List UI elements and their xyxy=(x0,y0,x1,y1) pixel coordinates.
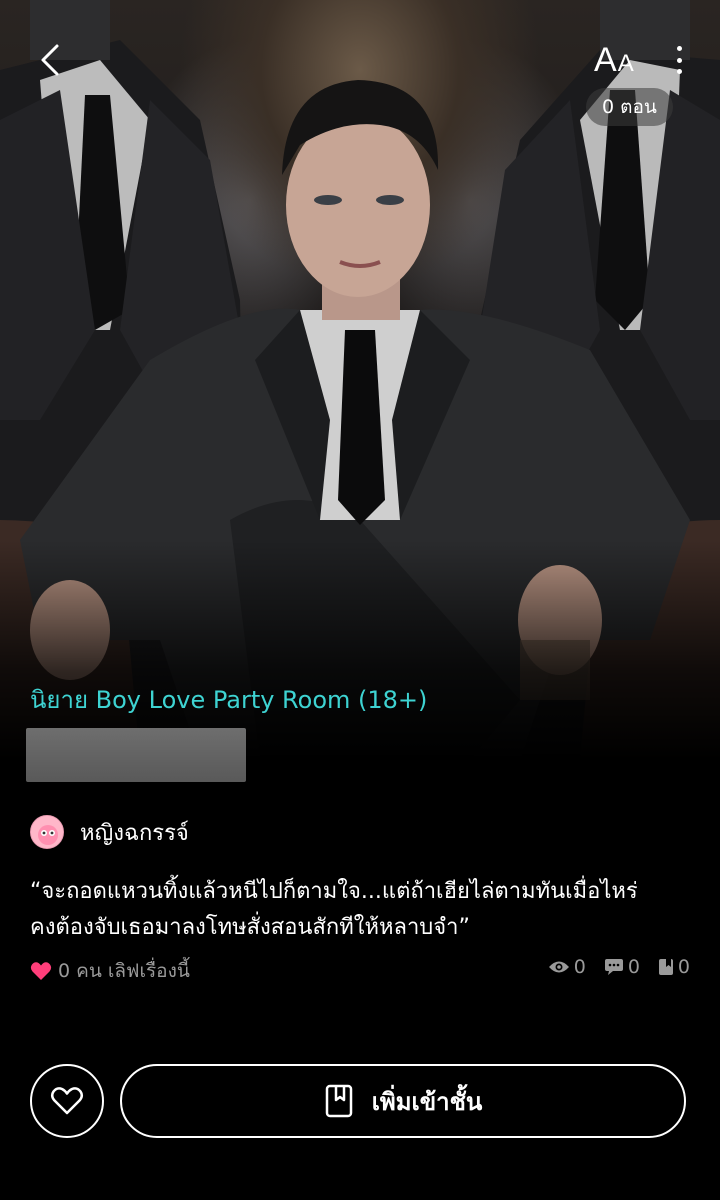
avatar-illustration xyxy=(31,816,63,848)
comment-count: 0 xyxy=(604,956,640,978)
font-size-icon-large: A xyxy=(594,41,617,79)
author-avatar xyxy=(30,815,64,849)
synopsis-line: คงต้องจับเธอมาลงโทษสั่งสอนสักทีให้หลาบจำ… xyxy=(30,915,470,940)
author-name: หญิงฉกรรจ์ xyxy=(80,820,189,846)
book-add-icon xyxy=(325,1084,352,1118)
heart-outline-icon xyxy=(50,1087,84,1115)
view-count-value: 0 xyxy=(573,956,586,978)
comment-icon xyxy=(604,959,623,975)
add-to-shelf-label: เพิ่มเข้าชั้น xyxy=(371,1087,483,1116)
episode-count-badge: 0 ตอน xyxy=(586,88,673,126)
favorite-button[interactable] xyxy=(30,1064,104,1138)
engagement-counts: 0 0 0 xyxy=(530,956,690,978)
bottom-action-bar: เพิ่มเข้าชั้น xyxy=(0,1064,720,1140)
bookmark-count: 0 xyxy=(658,956,690,978)
comment-count-value: 0 xyxy=(627,956,640,978)
more-vertical-icon xyxy=(676,46,682,51)
synopsis-line: “จะถอดแหวนทิ้งแล้วหนีไปก็ตามใจ...แต่ถ้าเ… xyxy=(30,879,638,904)
bookmark-count-value: 0 xyxy=(677,956,690,978)
synopsis: “จะถอดแหวนทิ้งแล้วหนีไปก็ตามใจ...แต่ถ้าเ… xyxy=(30,874,700,946)
more-options-button[interactable] xyxy=(664,42,694,78)
eye-icon xyxy=(548,961,569,973)
font-size-icon-small: A xyxy=(617,50,634,77)
heart-filled-icon xyxy=(30,962,52,980)
top-bar: A A 0 ตอน xyxy=(0,0,720,130)
font-size-button[interactable]: A A xyxy=(594,40,644,80)
book-icon xyxy=(658,959,673,975)
love-count-text: 0 คน เลิฟเรื่องนี้ xyxy=(58,960,190,982)
chevron-left-icon xyxy=(41,44,59,76)
view-count: 0 xyxy=(548,956,586,978)
author-link[interactable]: หญิงฉกรรจ์ xyxy=(30,814,189,850)
love-count[interactable]: 0 คน เลิฟเรื่องนี้ xyxy=(30,956,190,986)
genre-label[interactable]: นิยาย Boy Love Party Room (18+) xyxy=(30,680,427,719)
stats-row: 0 คน เลิฟเรื่องนี้ 0 0 0 xyxy=(30,956,690,986)
cover-gradient xyxy=(0,540,720,760)
novel-title-redacted xyxy=(26,728,246,782)
back-button[interactable] xyxy=(30,40,70,80)
add-to-shelf-button[interactable]: เพิ่มเข้าชั้น xyxy=(120,1064,686,1138)
